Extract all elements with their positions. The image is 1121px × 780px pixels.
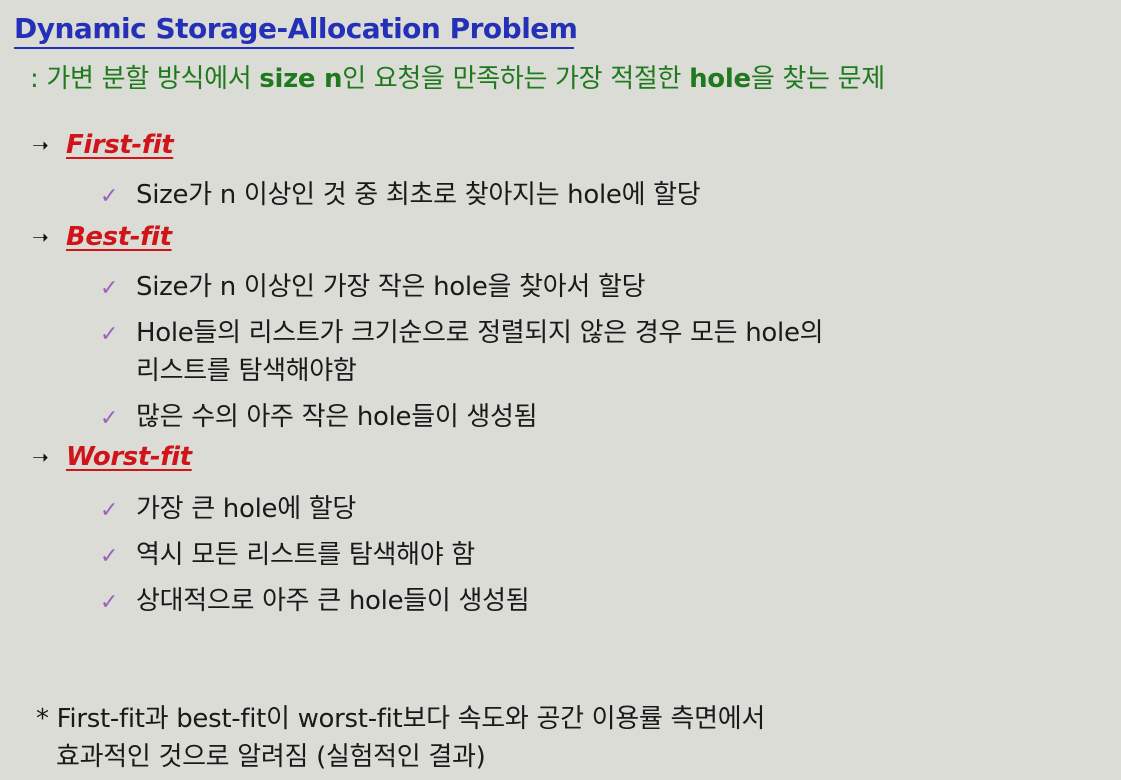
check-icon: ✓	[100, 544, 119, 569]
item-text: Hole들의 리스트가 크기순으로 정렬되지 않은 경우 모든 hole의	[136, 318, 824, 348]
footnote-line-2: 효과적인 것으로 알려짐 (실험적인 결과)	[56, 742, 486, 772]
item-text: 역시 모든 리스트를 탐색해야 함	[136, 540, 475, 570]
check-icon: ✓	[100, 184, 119, 209]
list-item: ✓ 상대적으로 아주 큰 hole들이 생성됨	[100, 580, 530, 617]
arrow-bullet-icon: ➝	[32, 445, 49, 469]
check-icon: ✓	[100, 276, 119, 301]
item-text: 많은 수의 아주 작은 hole들이 생성됨	[136, 402, 538, 432]
list-item: ✓ Size가 n 이상인 가장 작은 hole을 찾아서 할당	[100, 266, 646, 303]
list-item: ✓ Size가 n 이상인 것 중 최초로 찾아지는 hole에 할당	[100, 174, 701, 211]
title-underline	[14, 47, 574, 49]
check-icon: ✓	[100, 322, 119, 347]
heading-best-fit: Best-fit	[66, 222, 172, 252]
item-text: Size가 n 이상인 가장 작은 hole을 찾아서 할당	[136, 272, 646, 302]
arrow-bullet-icon: ➝	[32, 225, 49, 249]
subtitle-suffix: 을 찾는 문제	[750, 64, 885, 94]
arrow-bullet-icon: ➝	[32, 133, 49, 157]
heading-worst-fit: Worst-fit	[66, 442, 192, 472]
list-item: ✓ 역시 모든 리스트를 탐색해야 함	[100, 534, 475, 571]
section-worst-fit: ➝ Worst-fit	[32, 442, 192, 472]
check-icon: ✓	[100, 590, 119, 615]
slide-subtitle: : 가변 분할 방식에서 size n인 요청을 만족하는 가장 적절한 hol…	[30, 58, 885, 95]
subtitle-bold-hole: hole	[689, 64, 751, 94]
subtitle-bold-size: size n	[259, 64, 343, 94]
check-icon: ✓	[100, 406, 119, 431]
slide-title: Dynamic Storage-Allocation Problem	[14, 12, 578, 45]
item-text: 가장 큰 hole에 할당	[136, 494, 357, 524]
list-item: ✓ 가장 큰 hole에 할당	[100, 488, 356, 525]
item-text: Size가 n 이상인 것 중 최초로 찾아지는 hole에 할당	[136, 180, 701, 210]
subtitle-middle: 인 요청을 만족하는 가장 적절한	[342, 64, 690, 94]
subtitle-prefix: : 가변 분할 방식에서	[30, 64, 260, 94]
list-item: ✓ Hole들의 리스트가 크기순으로 정렬되지 않은 경우 모든 hole의	[100, 312, 824, 349]
list-item-continuation: 리스트를 탐색해야함	[136, 356, 357, 386]
footnote-line-1: * First-fit과 best-fit이 worst-fit보다 속도와 공…	[36, 704, 765, 734]
item-text: 상대적으로 아주 큰 hole들이 생성됨	[136, 586, 530, 616]
check-icon: ✓	[100, 498, 119, 523]
section-first-fit: ➝ First-fit	[32, 130, 174, 160]
slide: Dynamic Storage-Allocation Problem : 가변 …	[0, 0, 1121, 780]
section-best-fit: ➝ Best-fit	[32, 222, 172, 252]
heading-first-fit: First-fit	[66, 130, 174, 160]
list-item: ✓ 많은 수의 아주 작은 hole들이 생성됨	[100, 396, 538, 433]
